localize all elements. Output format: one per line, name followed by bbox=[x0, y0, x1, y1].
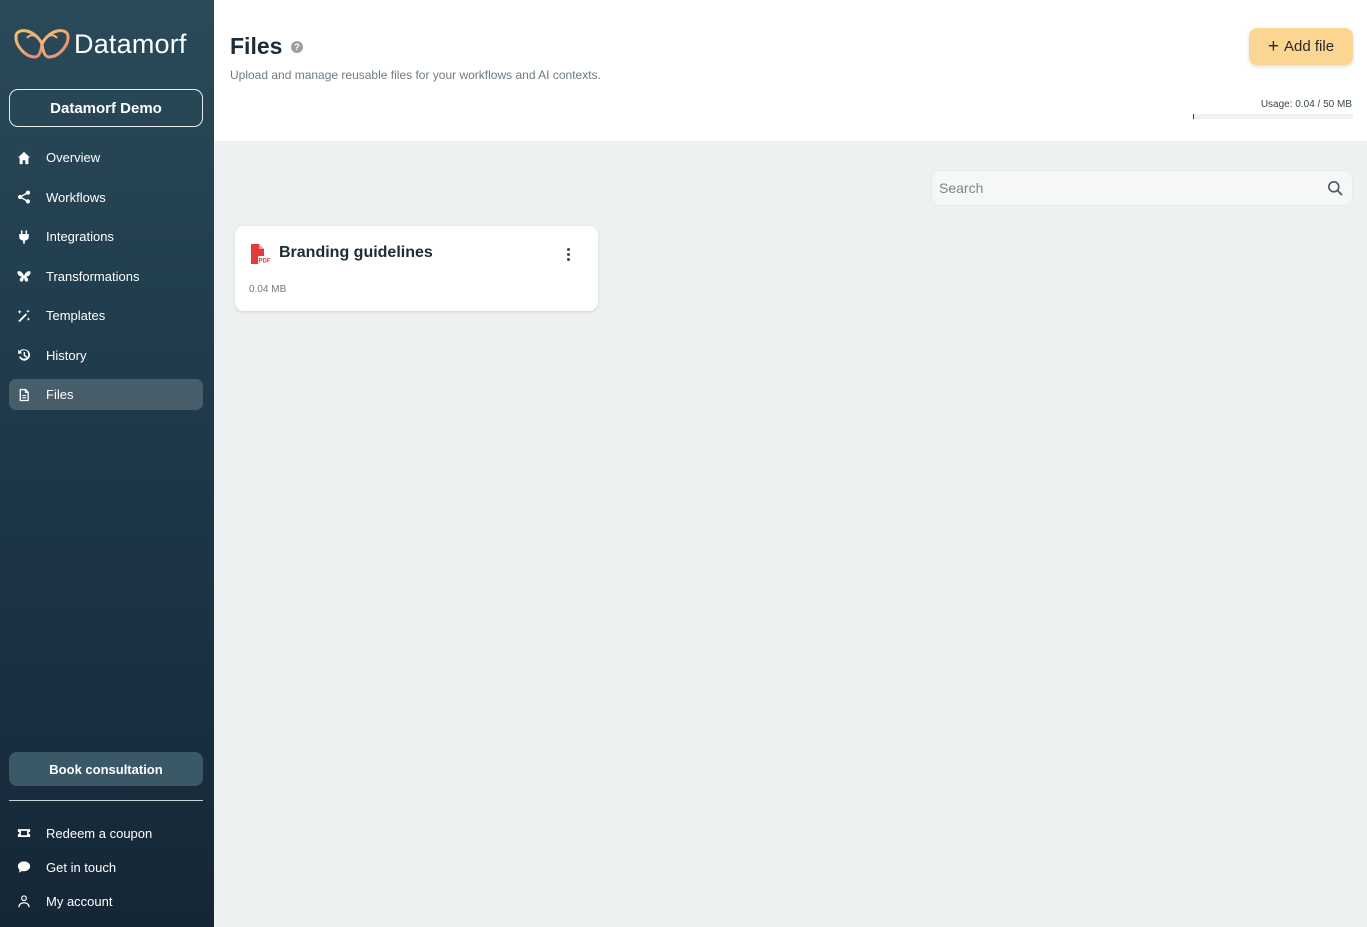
sidebar-item-label: Transformations bbox=[46, 268, 140, 284]
organization-button[interactable]: Datamorf Demo bbox=[9, 89, 203, 127]
sidebar-item-label: Integrations bbox=[46, 229, 114, 244]
sidebar-item-label: Overview bbox=[46, 150, 101, 165]
page-title: Files bbox=[230, 33, 283, 59]
sidebar-item-label: My account bbox=[46, 893, 113, 909]
sidebar-item-label: Redeem a coupon bbox=[46, 825, 153, 841]
page-subtitle: Upload and manage reusable files for you… bbox=[230, 68, 601, 82]
sidebar-item-integrations[interactable]: Integrations bbox=[9, 221, 203, 252]
sidebar-item-get-in-touch[interactable]: Get in touch bbox=[9, 851, 203, 883]
plug-icon bbox=[17, 229, 31, 244]
search-box bbox=[931, 170, 1353, 206]
sidebar-item-label: Templates bbox=[46, 308, 106, 323]
usage-label: Usage: 0.04 / 50 MB bbox=[1260, 99, 1352, 110]
file-card[interactable]: PDF Branding guidelines 0.04 MB bbox=[235, 226, 598, 311]
page-header: Files ? Upload and manage reusable files… bbox=[214, 0, 1367, 141]
sidebar-item-workflows[interactable]: Workflows bbox=[9, 182, 203, 213]
sidebar: Datamorf Datamorf Demo Overview Workflow… bbox=[0, 0, 214, 927]
pdf-file-icon: PDF bbox=[251, 244, 271, 265]
sidebar-item-label: History bbox=[46, 347, 87, 363]
butterfly-logo-icon bbox=[14, 29, 70, 59]
book-consultation-button[interactable]: Book consultation bbox=[9, 752, 203, 786]
sidebar-item-label: Get in touch bbox=[46, 859, 117, 875]
sidebar-item-files[interactable]: Files bbox=[9, 379, 203, 410]
sidebar-item-templates[interactable]: Templates bbox=[9, 300, 203, 331]
sidebar-item-label: Files bbox=[46, 387, 74, 402]
sidebar-divider bbox=[9, 800, 203, 801]
home-icon bbox=[17, 151, 31, 165]
usage-progress-fill bbox=[1193, 114, 1194, 119]
app-name: Datamorf bbox=[74, 28, 187, 59]
more-options-icon[interactable] bbox=[561, 246, 575, 262]
share-icon bbox=[17, 190, 31, 204]
file-icon bbox=[17, 388, 31, 402]
history-icon bbox=[17, 348, 31, 362]
usage-progress-bar bbox=[1193, 114, 1353, 119]
svg-text:PDF: PDF bbox=[259, 259, 271, 265]
sidebar-item-overview[interactable]: Overview bbox=[9, 142, 203, 173]
sidebar-nav: Overview Workflows Integrations Transfor… bbox=[9, 142, 203, 419]
sidebar-item-transformations[interactable]: Transformations bbox=[9, 261, 203, 292]
butterfly-icon bbox=[17, 269, 31, 283]
file-size: 0.04 MB bbox=[249, 284, 287, 295]
file-name[interactable]: Branding guidelines bbox=[279, 244, 433, 262]
help-icon[interactable]: ? bbox=[291, 41, 303, 53]
sidebar-item-redeem-coupon[interactable]: Redeem a coupon bbox=[9, 817, 203, 849]
add-file-label: Add file bbox=[1284, 38, 1335, 55]
user-icon bbox=[17, 894, 31, 908]
search-input[interactable] bbox=[939, 171, 1319, 205]
logo[interactable]: Datamorf bbox=[13, 26, 187, 62]
sidebar-bottom-nav: Redeem a coupon Get in touch My account bbox=[9, 817, 203, 919]
search-icon[interactable] bbox=[1327, 180, 1343, 196]
sidebar-item-my-account[interactable]: My account bbox=[9, 885, 203, 917]
add-file-button[interactable]: + Add file bbox=[1249, 28, 1353, 65]
plus-icon: + bbox=[1267, 36, 1280, 57]
ticket-icon bbox=[17, 826, 31, 840]
sidebar-item-label: Workflows bbox=[46, 189, 106, 205]
sidebar-item-history[interactable]: History bbox=[9, 340, 203, 371]
magic-wand-icon bbox=[17, 308, 31, 323]
chat-icon bbox=[17, 860, 31, 874]
